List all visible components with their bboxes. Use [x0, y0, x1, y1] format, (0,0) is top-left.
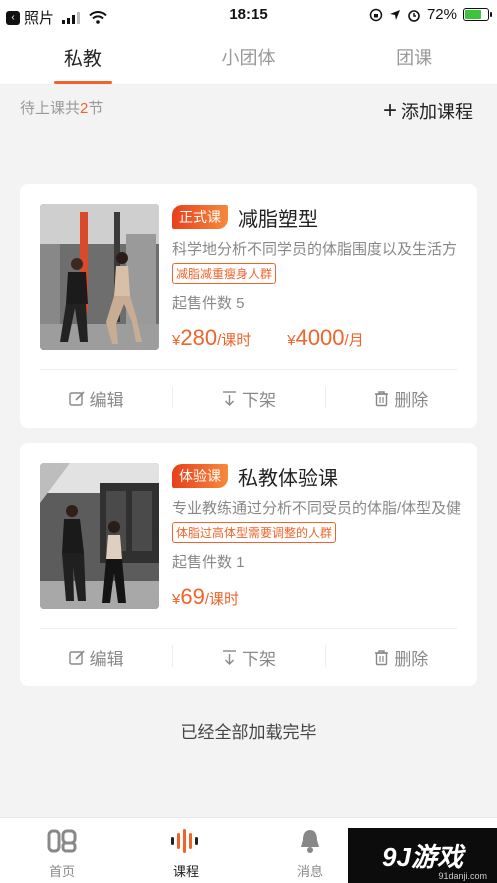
target-audience-tag: 体脂过高体型需要调整的人群 — [172, 522, 337, 543]
course-type-tabs: 私教 小团体 团课 — [0, 30, 497, 85]
offshelf-button[interactable]: 下架 — [172, 629, 324, 685]
offshelf-button[interactable]: 下架 — [172, 370, 324, 426]
price-amount: 280 — [180, 325, 218, 350]
price-unit: /课时 — [217, 332, 252, 349]
price-list: ¥280/课时 ¥4000/月 — [172, 325, 477, 351]
price-per-session: ¥69/课时 — [172, 584, 239, 610]
course-description: 科学地分析不同学员的体脂围度以及生活方 — [172, 241, 458, 258]
edit-button[interactable]: 编辑 — [20, 370, 172, 426]
course-photo — [40, 463, 159, 609]
price-per-session: ¥280/课时 — [172, 325, 251, 351]
delete-label: 删除 — [394, 390, 429, 410]
delete-label: 删除 — [394, 649, 429, 669]
watermark-url: 91danji.com — [438, 871, 487, 881]
course-actions: 编辑 下架 删除 — [20, 629, 477, 685]
edit-icon — [68, 649, 85, 665]
course-actions: 编辑 下架 删除 — [20, 370, 477, 426]
tab-private[interactable]: 私教 — [0, 30, 166, 84]
download-arrow-icon — [222, 390, 236, 406]
nav-courses-label: 课程 — [172, 864, 199, 879]
add-course-button[interactable]: + 添加课程 — [383, 98, 473, 124]
bell-icon — [301, 830, 319, 853]
price-unit: /月 — [344, 332, 364, 349]
tab-small-group[interactable]: 小团体 — [166, 30, 332, 84]
add-course-label: 添加课程 — [401, 102, 473, 122]
course-description: 专业教练通过分析不同受员的体脂/体型及健 — [172, 500, 462, 517]
all-loaded-message: 已经全部加载完毕 — [180, 723, 317, 742]
battery-icon — [463, 8, 492, 21]
offshelf-label: 下架 — [241, 390, 276, 410]
download-arrow-icon — [222, 649, 236, 665]
tab-group-class[interactable]: 团课 — [331, 30, 497, 84]
home-logo-icon — [47, 829, 77, 853]
soundwave-icon — [171, 829, 198, 853]
currency-symbol: ¥ — [287, 332, 296, 349]
price-unit: /课时 — [204, 591, 239, 608]
course-card[interactable]: 正式课 减脂塑型 科学地分析不同学员的体脂围度以及生活方 减脂减重瘦身人群 起售… — [20, 184, 477, 428]
course-type-badge: 体验课 — [172, 464, 228, 488]
offshelf-label: 下架 — [241, 649, 276, 669]
delete-button[interactable]: 删除 — [324, 370, 477, 426]
price-list: ¥69/课时 — [172, 584, 477, 610]
course-photo — [40, 204, 159, 350]
delete-button[interactable]: 删除 — [324, 629, 477, 685]
target-audience-tag: 减脂减重瘦身人群 — [172, 263, 277, 284]
nav-courses[interactable]: 课程 — [124, 818, 248, 883]
edit-label: 编辑 — [89, 649, 124, 669]
nav-home[interactable]: 首页 — [0, 818, 124, 883]
status-bar: ‹ 照片 18:15 72% — [0, 0, 497, 30]
course-type-badge: 正式课 — [172, 205, 228, 229]
edit-button[interactable]: 编辑 — [20, 629, 172, 685]
course-title: 私教体验课 — [238, 467, 338, 490]
course-card[interactable]: 体验课 私教体验课 专业教练通过分析不同受员的体脂/体型及健 体脂过高体型需要调… — [20, 443, 477, 686]
plus-icon: + — [382, 97, 397, 124]
edit-label: 编辑 — [89, 390, 124, 410]
price-amount: 4000 — [295, 325, 345, 350]
pending-classes-summary: 待上课共2节 — [20, 97, 103, 118]
summary-suffix: 节 — [88, 100, 104, 117]
min-purchase-qty: 起售件数 1 — [172, 554, 245, 571]
summary-prefix: 待上课共 — [20, 100, 81, 117]
alarm-icon — [408, 9, 420, 22]
course-title: 减脂塑型 — [238, 208, 318, 231]
trash-icon — [375, 649, 389, 665]
price-amount: 69 — [180, 584, 205, 609]
nav-home-label: 首页 — [48, 864, 75, 879]
min-purchase-qty: 起售件数 5 — [172, 295, 245, 312]
watermark-logo: 9J游戏 91danji.com — [348, 828, 497, 883]
course-info: 正式课 减脂塑型 科学地分析不同学员的体脂围度以及生活方 减脂减重瘦身人群 起售… — [172, 204, 477, 351]
edit-icon — [68, 390, 85, 406]
course-info: 体验课 私教体验课 专业教练通过分析不同受员的体脂/体型及健 体脂过高体型需要调… — [172, 463, 477, 610]
location-icon — [389, 9, 400, 20]
trash-icon — [375, 390, 389, 406]
price-per-month: ¥4000/月 — [287, 325, 363, 351]
rotation-lock-icon — [369, 8, 383, 21]
watermark-text: 9J游戏 — [382, 842, 463, 872]
battery-percent: 72% — [426, 6, 457, 23]
